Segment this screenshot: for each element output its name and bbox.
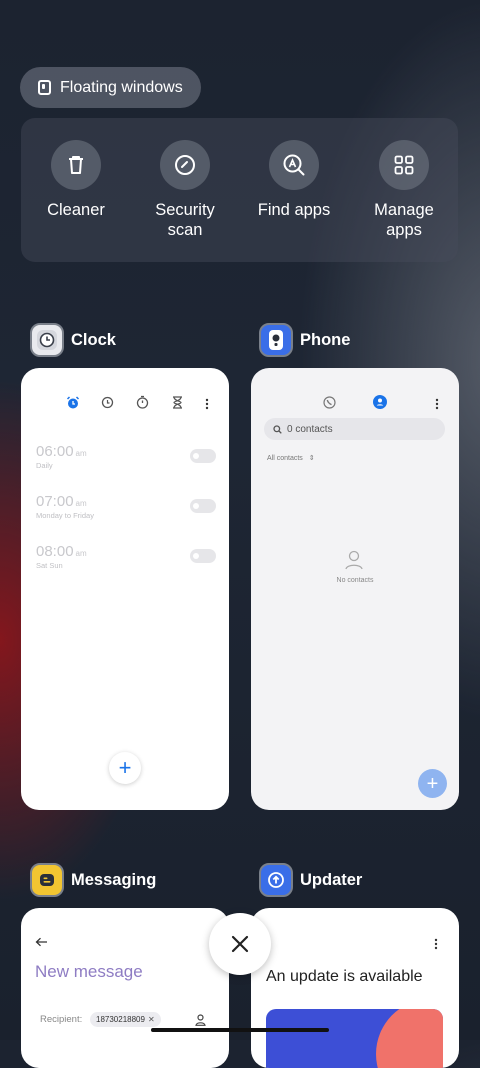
add-contact-button[interactable]: + [418, 769, 447, 798]
clock-app-icon [30, 323, 64, 357]
clock-app-preview[interactable]: 06:00 am Daily 07:00 am Monday to Friday 0… [21, 368, 229, 810]
stopwatch-tab-icon [136, 395, 149, 414]
alarm-toggle[interactable] [190, 549, 216, 563]
home-indicator[interactable] [151, 1028, 329, 1032]
alarm-item: 07:00 am Monday to Friday [36, 493, 216, 520]
updater-app-icon [259, 863, 293, 897]
contacts-filter-label: All contacts [267, 455, 303, 462]
remove-recipient-icon[interactable]: ✕ [148, 1015, 155, 1024]
more-options-icon [435, 397, 439, 415]
search-icon [273, 424, 282, 434]
phone-app-icon [259, 323, 293, 357]
alarm-tab-icon [66, 396, 80, 415]
sort-icon: ⇕ [308, 455, 315, 462]
alarm-repeat: Daily [36, 461, 53, 470]
recipient-label: Recipient: [40, 1014, 83, 1025]
recipient-chip[interactable]: 18730218809 ✕ [90, 1012, 161, 1027]
updater-app-preview[interactable]: An update is available [251, 908, 459, 1068]
add-alarm-button[interactable]: + [109, 752, 141, 784]
security-scan-tool[interactable]: Security scan [130, 140, 240, 240]
contacts-search-field[interactable]: 0 contacts [264, 418, 445, 440]
alarm-time: 08:00 [36, 543, 74, 560]
contacts-tab-icon [373, 395, 387, 414]
updater-app-header[interactable]: Updater [259, 863, 362, 897]
trash-icon [51, 140, 101, 190]
alarm-ampm: am [75, 549, 87, 558]
close-icon [231, 935, 249, 953]
empty-state-text: No contacts [336, 577, 374, 584]
messaging-app-title: Messaging [71, 870, 157, 889]
floating-windows-label: Floating windows [60, 78, 183, 96]
contacts-count: 0 contacts [287, 423, 333, 435]
floating-windows-button[interactable]: Floating windows [20, 67, 201, 108]
clock-app-header[interactable]: Clock [30, 323, 116, 357]
find-apps-tool[interactable]: Find apps [239, 140, 349, 220]
shield-scan-icon [160, 140, 210, 190]
messaging-app-icon [30, 863, 64, 897]
back-arrow-icon [35, 934, 48, 952]
manage-apps-label: Manage apps [374, 201, 434, 239]
call-tab-icon [323, 396, 336, 414]
phone-app-title: Phone [300, 330, 351, 349]
alarm-repeat: Monday to Friday [36, 511, 94, 520]
alarm-item: 08:00 am Sat Sun [36, 543, 216, 570]
recipient-number: 18730218809 [96, 1015, 145, 1024]
messaging-app-header[interactable]: Messaging [30, 863, 156, 897]
search-apps-icon [269, 140, 319, 190]
alarm-toggle[interactable] [190, 499, 216, 513]
find-apps-label: Find apps [257, 201, 331, 219]
alarm-item: 06:00 am Daily [36, 443, 216, 470]
alarm-toggle[interactable] [190, 449, 216, 463]
manage-apps-tool[interactable]: Manage apps [349, 140, 459, 240]
world-clock-tab-icon [101, 396, 114, 414]
more-options-icon [434, 937, 438, 955]
messaging-app-preview[interactable]: New message Recipient: 18730218809 ✕ [21, 908, 229, 1068]
person-icon [345, 550, 363, 575]
alarm-time: 06:00 [36, 443, 74, 460]
update-banner-image [266, 1009, 443, 1068]
phone-app-header[interactable]: Phone [259, 323, 350, 357]
quick-tools-panel: Cleaner Security scan Find apps Manage a… [21, 118, 458, 262]
phone-app-preview[interactable]: 0 contacts All contacts ⇕ No contacts + [251, 368, 459, 810]
cleaner-tool[interactable]: Cleaner [21, 140, 131, 220]
clock-app-title: Clock [71, 330, 116, 349]
alarm-ampm: am [75, 449, 87, 458]
alarm-repeat: Sat Sun [36, 561, 63, 570]
security-scan-label: Security scan [155, 201, 215, 239]
new-message-heading: New message [35, 962, 143, 981]
contacts-filter[interactable]: All contacts ⇕ [267, 454, 315, 462]
close-all-button[interactable] [209, 913, 271, 975]
alarm-ampm: am [75, 499, 87, 508]
more-options-icon [205, 397, 209, 415]
cleaner-label: Cleaner [47, 201, 105, 219]
alarm-time: 07:00 [36, 493, 74, 510]
timer-tab-icon [172, 396, 183, 414]
updater-app-title: Updater [300, 870, 363, 889]
update-heading: An update is available [266, 968, 423, 985]
grid-icon [379, 140, 429, 190]
floating-window-icon [38, 80, 51, 95]
